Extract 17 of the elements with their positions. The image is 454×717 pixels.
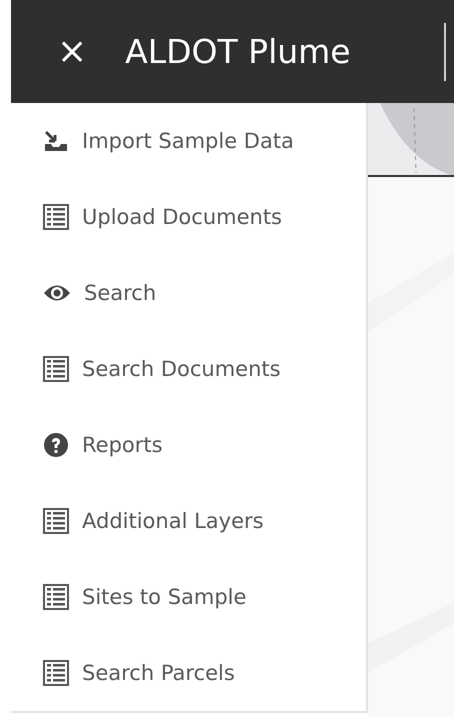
menu-item[interactable]: Additional Layers [11,483,366,559]
list-icon [43,204,69,230]
list-icon [43,508,69,534]
import-icon [43,129,69,153]
list-icon [43,660,69,686]
list-icon [43,584,69,610]
menu-item[interactable]: Import Sample Data [11,103,366,179]
menu-item[interactable]: Search Documents [11,331,366,407]
menu-item[interactable]: Sites to Sample [11,559,366,635]
list-icon [43,356,69,382]
close-button[interactable]: × [57,34,88,70]
menu-item[interactable]: Search [11,255,366,331]
app-title: ALDOT Plume [125,32,351,71]
help-icon [43,432,69,458]
menu-item[interactable]: Upload Documents [11,179,366,255]
menu-item[interactable]: Reports [11,407,366,483]
menu-item[interactable]: Search Parcels [11,635,366,711]
